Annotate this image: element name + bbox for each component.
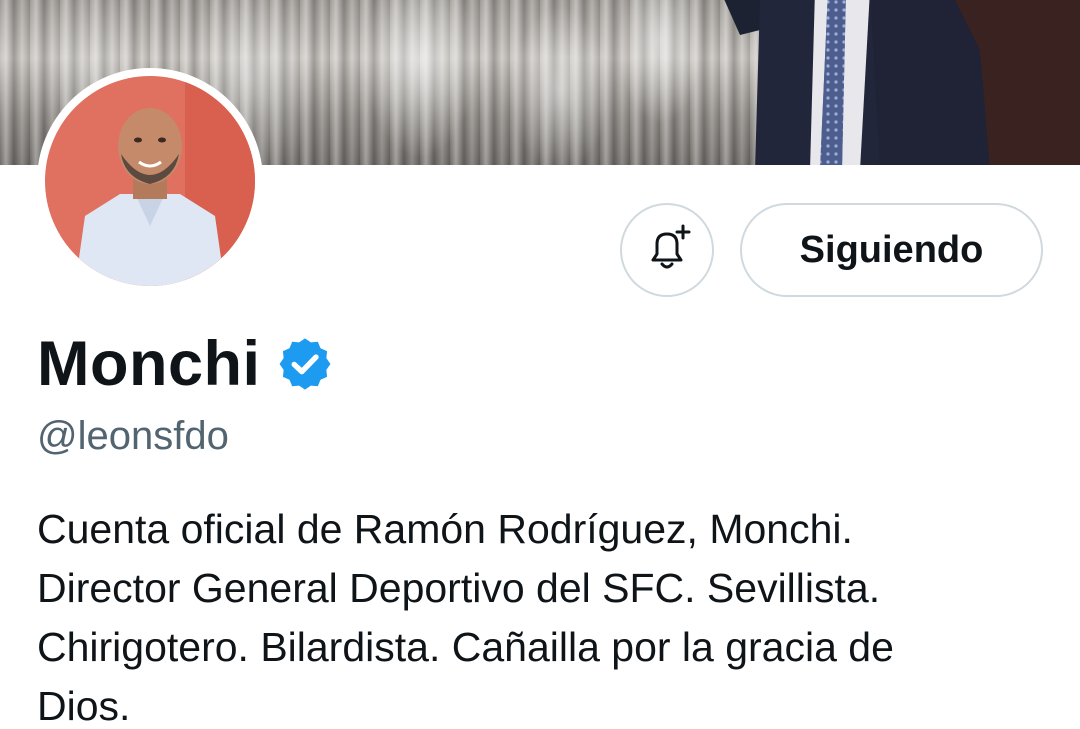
profile-page: Siguiendo Monchi @leonsfdo Cuenta oficia… xyxy=(0,0,1080,729)
following-button[interactable]: Siguiendo xyxy=(740,203,1043,297)
bio-line: Cuenta oficial de Ramón Rodríguez, Monch… xyxy=(37,506,853,552)
avatar-photo xyxy=(45,76,255,286)
bio-line: Dios. xyxy=(37,683,131,729)
user-handle: @leonsfdo xyxy=(37,414,229,458)
bio-line: Chirigotero. Bilardista. Cañailla por la… xyxy=(37,624,894,670)
verified-icon xyxy=(280,338,331,390)
banner-person-figure xyxy=(724,0,1080,165)
profile-bio: Cuenta oficial de Ramón Rodríguez, Monch… xyxy=(37,500,1037,729)
bio-line: Director General Deportivo del SFC. Sevi… xyxy=(37,565,881,611)
name-row: Monchi xyxy=(37,326,332,402)
avatar[interactable] xyxy=(37,68,263,294)
bell-plus-icon xyxy=(651,224,691,269)
notifications-bell-button[interactable] xyxy=(620,203,714,297)
display-name: Monchi xyxy=(37,329,261,399)
